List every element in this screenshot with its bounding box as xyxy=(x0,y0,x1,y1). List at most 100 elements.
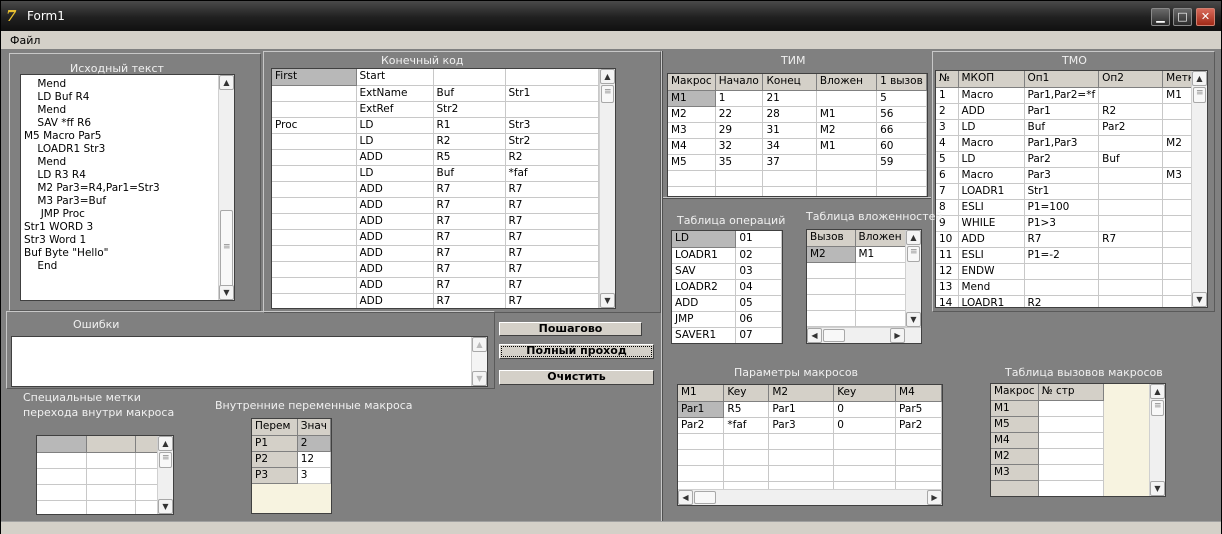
table-row[interactable]: LD 01 xyxy=(672,231,782,248)
column-header[interactable]: Вложен xyxy=(816,74,878,91)
grid-cell[interactable] xyxy=(86,484,136,501)
grid-cell[interactable]: P2 xyxy=(252,451,298,468)
grid-cell[interactable] xyxy=(37,468,87,485)
grid-cell[interactable]: R7 xyxy=(433,197,506,214)
grid-cell[interactable]: Str1 xyxy=(1024,183,1100,200)
grid-cell[interactable]: LD xyxy=(672,231,737,248)
scroll-thumb[interactable] xyxy=(220,210,233,288)
grid-cell[interactable] xyxy=(668,186,716,196)
grid-cell[interactable]: 28 xyxy=(762,106,817,123)
grid-cell[interactable] xyxy=(1098,87,1164,104)
table-row[interactable]: LOADR1 02 xyxy=(672,247,782,264)
grid-cell[interactable] xyxy=(272,165,357,182)
grid-cell[interactable]: 37 xyxy=(762,154,817,171)
table-row[interactable]: 3 LD Buf Par2 xyxy=(936,119,1205,136)
scroll-down-icon[interactable]: ▼ xyxy=(158,499,173,514)
grid-cell[interactable]: M1 xyxy=(991,400,1039,417)
grid-cell[interactable]: P1>3 xyxy=(1024,215,1100,232)
grid-cell[interactable]: R7 xyxy=(433,293,506,308)
grid-cell[interactable] xyxy=(668,170,716,187)
grid-cell[interactable] xyxy=(762,186,817,196)
grid-cell[interactable]: R2 xyxy=(433,133,506,150)
grid-cell[interactable] xyxy=(1098,247,1164,264)
empty-row[interactable] xyxy=(668,170,927,187)
full-pass-button[interactable]: Полный проход xyxy=(499,344,654,359)
column-header[interactable]: 1 вызов xyxy=(876,74,927,91)
grid-cell[interactable]: R5 xyxy=(723,401,770,418)
grid-cell[interactable]: 03 xyxy=(735,263,782,280)
header-row[interactable]: Перем Знач xyxy=(252,419,331,436)
empty-row[interactable] xyxy=(668,186,927,196)
table-row[interactable]: Par2 *faf Par3 0 Par2 xyxy=(678,417,942,434)
table-row[interactable]: P1 2 xyxy=(252,435,331,452)
grid-cell[interactable]: 02 xyxy=(735,247,782,264)
grid-cell[interactable]: Buf xyxy=(433,85,506,102)
grid-cell[interactable]: ENDW xyxy=(958,263,1025,280)
grid-cell[interactable]: M4 xyxy=(991,432,1039,449)
params-grid[interactable]: M1 Key M2 Key M4 Par1 R5 Par1 0 Par5 Par2 *faf Par3 0… xyxy=(677,384,943,506)
grid-cell[interactable]: R7 xyxy=(505,197,599,214)
grid-cell[interactable] xyxy=(272,277,357,294)
empty-row[interactable] xyxy=(37,436,162,453)
scroll-left-icon[interactable]: ◀ xyxy=(807,328,822,343)
calls-grid[interactable]: Макрос№ стрM1M5M4M2M3 ▲ ▼ xyxy=(990,383,1166,497)
scroll-down-icon[interactable]: ▼ xyxy=(600,293,615,308)
grid-cell[interactable] xyxy=(272,101,357,118)
column-header[interactable]: Конец xyxy=(762,74,817,91)
table-row[interactable]: ADD 05 xyxy=(672,295,782,312)
grid-cell[interactable]: *faf xyxy=(723,417,770,434)
column-header[interactable]: Знач xyxy=(297,419,331,436)
column-header[interactable]: Начало xyxy=(715,74,764,91)
grid-cell[interactable]: 59 xyxy=(876,154,927,171)
table-row[interactable]: 13 Mend xyxy=(936,279,1205,296)
empty-row[interactable] xyxy=(991,480,1104,496)
table-row[interactable]: ExtName Buf Str1 xyxy=(272,85,599,102)
labels-scrollbar[interactable]: ▲ ▼ xyxy=(157,436,173,514)
scroll-thumb[interactable] xyxy=(601,85,614,103)
grid-cell[interactable]: ADD xyxy=(356,181,434,198)
grid-cell[interactable]: 3 xyxy=(297,467,331,484)
scroll-up-icon[interactable]: ▲ xyxy=(906,230,921,245)
grid-cell[interactable]: Par2 xyxy=(895,417,942,434)
column-header[interactable]: Оп1 xyxy=(1024,71,1100,88)
table-row[interactable]: JMP 06 xyxy=(672,311,782,328)
table-row[interactable]: ADD R7 R7 xyxy=(272,245,599,262)
grid-cell[interactable] xyxy=(895,433,942,450)
grid-cell[interactable] xyxy=(895,465,942,482)
grid-cell[interactable] xyxy=(1098,279,1164,296)
table-row[interactable]: M2 xyxy=(991,448,1104,465)
final-code-scrollbar[interactable]: ▲ ▼ xyxy=(599,69,615,308)
scroll-right-icon[interactable]: ▶ xyxy=(927,490,942,505)
grid-cell[interactable]: Buf xyxy=(433,165,506,182)
table-row[interactable]: 11 ESLI P1=-2 xyxy=(936,247,1205,264)
grid-cell[interactable] xyxy=(1038,480,1104,496)
empty-row[interactable] xyxy=(807,294,916,311)
menu-file[interactable]: Файл xyxy=(10,34,40,47)
table-row[interactable]: M3 xyxy=(991,464,1104,481)
grid-cell[interactable]: R2 xyxy=(1024,295,1100,307)
table-row[interactable]: M5 xyxy=(991,416,1104,433)
tim-grid[interactable]: Макрос Начало Конец Вложен 1 вызов M1 1 21 5 M2 22… xyxy=(667,73,928,197)
table-row[interactable]: ExtRef Str2 xyxy=(272,101,599,118)
grid-cell[interactable]: 22 xyxy=(715,106,764,123)
grid-cell[interactable] xyxy=(678,433,725,450)
column-header[interactable]: Макрос xyxy=(668,74,716,91)
empty-row[interactable] xyxy=(37,484,162,501)
errors-scrollbar[interactable]: ▲ ▼ xyxy=(471,337,487,386)
grid-cell[interactable] xyxy=(895,449,942,466)
grid-cell[interactable]: 1 xyxy=(715,90,764,107)
grid-cell[interactable] xyxy=(1024,279,1100,296)
grid-cell[interactable] xyxy=(272,197,357,214)
grid-cell[interactable]: SAVER1 xyxy=(672,327,737,343)
table-row[interactable]: ADD R7 R7 xyxy=(272,277,599,294)
header-row[interactable]: Вызов Вложен в xyxy=(807,230,916,247)
grid-cell[interactable]: Start xyxy=(356,69,434,86)
table-row[interactable]: M2 M1 xyxy=(807,246,916,263)
scroll-thumb[interactable] xyxy=(1193,87,1206,103)
tmo-grid[interactable]: № МКОП Оп1 Оп2 Метка 1 Macro Par1,Par2=*f M1 2 ADD… xyxy=(935,70,1208,308)
grid-cell[interactable]: ADD xyxy=(356,293,434,308)
grid-cell[interactable]: Str2 xyxy=(433,101,506,118)
grid-cell[interactable]: 0 xyxy=(833,401,897,418)
grid-cell[interactable]: 5 xyxy=(936,151,959,168)
scroll-up-icon[interactable]: ▲ xyxy=(1150,384,1165,399)
